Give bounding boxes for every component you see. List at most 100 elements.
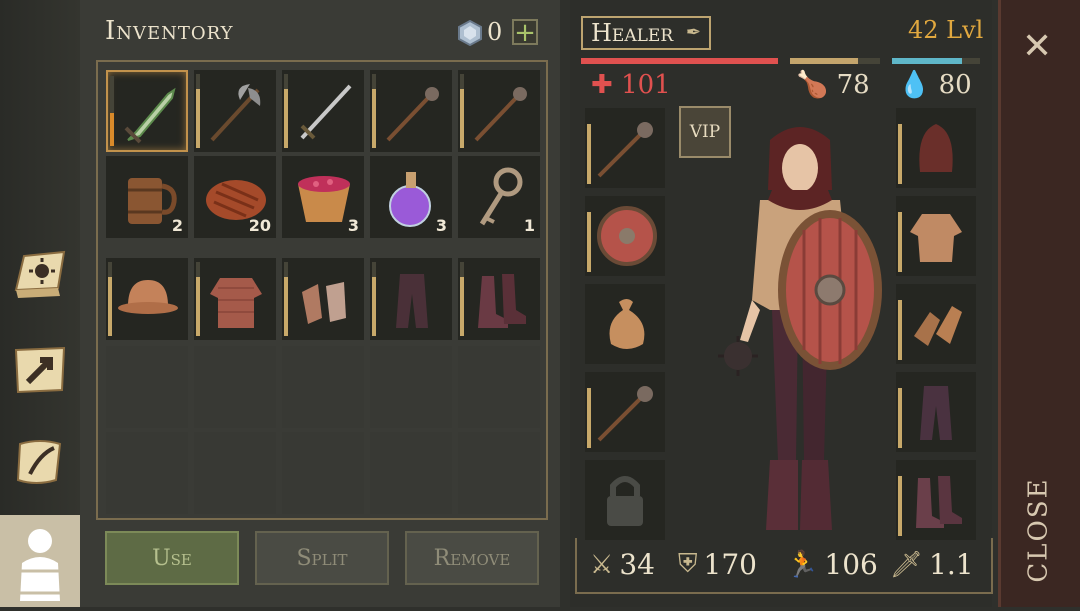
inventory-title: Inventory bbox=[105, 16, 234, 46]
mace-icon bbox=[597, 386, 653, 442]
speed-stat: 🏃 106 bbox=[786, 548, 878, 581]
speed-value: 106 bbox=[824, 548, 878, 581]
class-selector[interactable]: Healer ✒ bbox=[581, 16, 711, 50]
empty-inventory-slot[interactable] bbox=[370, 432, 452, 514]
class-name: Healer bbox=[591, 19, 674, 47]
split-button[interactable]: Split bbox=[255, 531, 389, 585]
damage-stat: ⚔ 34 bbox=[590, 548, 655, 581]
buy-gems-button[interactable]: + bbox=[512, 19, 538, 46]
item-quantity: 3 bbox=[347, 216, 359, 235]
health-value: 101 bbox=[621, 70, 671, 100]
use-button[interactable]: Use bbox=[105, 531, 239, 585]
sun-book-icon bbox=[14, 250, 66, 298]
health-icon: ✚ bbox=[591, 70, 613, 100]
item-quantity: 1 bbox=[523, 216, 535, 235]
equip-slot-chest[interactable] bbox=[896, 196, 976, 276]
close-label: CLOSE bbox=[1024, 477, 1055, 583]
equip-slot-offhand[interactable] bbox=[585, 372, 665, 452]
inventory-slot[interactable] bbox=[282, 70, 364, 152]
equip-slot-legs[interactable] bbox=[896, 372, 976, 452]
chainmail-icon bbox=[210, 278, 262, 328]
equip-slot-head[interactable] bbox=[896, 108, 976, 188]
gloves-icon bbox=[302, 282, 346, 324]
character-model bbox=[718, 127, 882, 530]
hunger-stat: 🍗 78 bbox=[796, 70, 870, 100]
equip-slot-feet[interactable] bbox=[896, 460, 976, 540]
inventory-slot[interactable] bbox=[370, 258, 452, 340]
equip-slot-shield[interactable] bbox=[585, 196, 665, 276]
item-quantity: 3 bbox=[435, 216, 447, 235]
health-stat: ✚ 101 bbox=[591, 70, 671, 100]
inventory-tab-active[interactable] bbox=[0, 515, 80, 607]
map-arrow-icon bbox=[14, 346, 66, 394]
equip-slot-weapon[interactable] bbox=[585, 108, 665, 188]
level-label: 42 Lvl bbox=[908, 16, 984, 44]
empty-inventory-slot[interactable] bbox=[194, 346, 276, 428]
shield-icon: ⛨ bbox=[678, 549, 698, 579]
boots-icon bbox=[916, 476, 962, 528]
armor-value: 170 bbox=[703, 548, 757, 581]
empty-inventory-slot[interactable] bbox=[458, 346, 540, 428]
inventory-slot[interactable] bbox=[370, 70, 452, 152]
thirst-value: 80 bbox=[938, 70, 972, 100]
equip-slot-locked[interactable] bbox=[585, 460, 665, 540]
inventory-slot[interactable] bbox=[458, 258, 540, 340]
inventory-slot[interactable]: 1 bbox=[458, 156, 540, 238]
attack-speed-value: 1.1 bbox=[929, 548, 974, 581]
inventory-slot[interactable] bbox=[106, 70, 188, 152]
mace-icon bbox=[474, 87, 527, 142]
hunger-value: 78 bbox=[836, 70, 870, 100]
gem-icon bbox=[458, 20, 482, 46]
mace-icon bbox=[597, 122, 653, 178]
scroll-quill-icon bbox=[16, 440, 62, 484]
skills-book-button[interactable] bbox=[8, 244, 72, 304]
pants-icon bbox=[920, 386, 952, 440]
damage-value: 34 bbox=[619, 548, 655, 581]
swift-sword-icon: 🗡 bbox=[890, 549, 924, 580]
drumstick-icon: 🍗 bbox=[796, 70, 829, 100]
equip-slot-pouch[interactable] bbox=[585, 284, 665, 364]
inventory-slot[interactable]: 20 bbox=[194, 156, 276, 238]
hunger-bar bbox=[790, 58, 858, 64]
gem-count: 0 bbox=[487, 18, 503, 46]
inventory-slot[interactable]: 2 bbox=[106, 156, 188, 238]
quests-button[interactable] bbox=[8, 432, 72, 492]
inventory-slot[interactable] bbox=[458, 70, 540, 152]
helmet-icon bbox=[118, 280, 178, 314]
item-quantity: 2 bbox=[171, 216, 183, 235]
inventory-slot[interactable] bbox=[194, 258, 276, 340]
equip-slot-hands[interactable] bbox=[896, 284, 976, 364]
empty-inventory-slot[interactable] bbox=[282, 346, 364, 428]
mace-icon bbox=[386, 87, 439, 142]
empty-inventory-slot[interactable] bbox=[370, 346, 452, 428]
map-button[interactable] bbox=[8, 340, 72, 400]
backpack-person-icon bbox=[16, 529, 64, 601]
remove-button[interactable]: Remove bbox=[405, 531, 539, 585]
inventory-slot[interactable]: 3 bbox=[370, 156, 452, 238]
inventory-slot[interactable] bbox=[282, 258, 364, 340]
quill-icon: ✒ bbox=[685, 22, 701, 43]
sword-icon: ⚔ bbox=[590, 549, 614, 580]
pouch-icon bbox=[609, 299, 645, 349]
crystal-dagger-icon bbox=[124, 87, 176, 144]
empty-inventory-slot[interactable] bbox=[194, 432, 276, 514]
round-shield-icon bbox=[597, 206, 657, 266]
health-bar bbox=[581, 58, 778, 64]
running-icon: 🏃 bbox=[786, 549, 819, 580]
close-button[interactable]: CLOSE bbox=[1019, 470, 1059, 590]
empty-inventory-slot[interactable] bbox=[106, 346, 188, 428]
empty-inventory-slot[interactable] bbox=[458, 432, 540, 514]
empty-inventory-slot[interactable] bbox=[282, 432, 364, 514]
lock-icon bbox=[607, 476, 643, 526]
boots-icon bbox=[478, 274, 526, 328]
close-icon[interactable]: ✕ bbox=[1022, 26, 1052, 67]
inventory-slot[interactable] bbox=[194, 70, 276, 152]
halberd-icon bbox=[210, 84, 261, 142]
item-quantity: 20 bbox=[248, 216, 271, 235]
water-drop-icon: 💧 bbox=[898, 70, 931, 100]
thirst-stat: 💧 80 bbox=[898, 70, 972, 100]
hood-icon bbox=[919, 124, 953, 172]
inventory-slot[interactable] bbox=[106, 258, 188, 340]
empty-inventory-slot[interactable] bbox=[106, 432, 188, 514]
inventory-slot[interactable]: 3 bbox=[282, 156, 364, 238]
